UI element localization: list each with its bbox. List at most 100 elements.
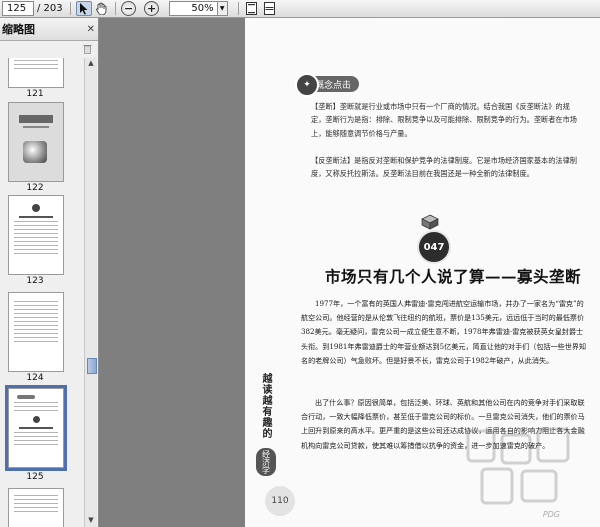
section-number: 047 — [423, 241, 445, 253]
number-dot — [32, 204, 40, 212]
text-line — [14, 436, 58, 437]
text-line — [14, 221, 58, 222]
fit-page-button[interactable] — [244, 1, 260, 16]
thumbnail-label: 124 — [26, 373, 44, 383]
page-number: 110 — [271, 496, 289, 506]
text-line — [14, 507, 58, 508]
text-line — [14, 249, 58, 250]
text-line — [14, 440, 58, 441]
text-line — [14, 406, 58, 407]
scrollbar-thumb[interactable] — [87, 358, 97, 374]
thumbnail-label: 122 — [26, 183, 44, 193]
zoom-out-glyph: − — [124, 2, 134, 15]
text-line — [14, 301, 58, 302]
zoom-in-icon: + — [144, 1, 160, 16]
page-total: / 203 — [37, 3, 63, 14]
chapter-title: 市场只有几个人说了算——寡头垄断 — [324, 267, 581, 286]
watermark-text: PDG — [542, 510, 560, 519]
thumbnail-page[interactable] — [8, 488, 64, 527]
thumbnail-label: 121 — [26, 89, 44, 99]
toolbar: 125 / 203 − + 50% ▼ — [0, 0, 600, 18]
book-series-badge: 经济学 — [256, 448, 276, 476]
zoom-out-button[interactable]: − — [121, 1, 137, 16]
panel-title: 缩略图 — [2, 23, 35, 36]
current-page-value: 125 — [7, 3, 27, 14]
text-line — [14, 444, 58, 445]
hand-tool-button[interactable] — [94, 1, 110, 16]
chevron-down-icon: ▼ — [219, 5, 225, 12]
cursor-icon — [79, 2, 88, 14]
page-number-input[interactable]: 125 — [2, 1, 34, 16]
book-series-label: 越读越有趣的 — [260, 373, 271, 439]
zoom-in-glyph: + — [147, 2, 157, 15]
hand-icon — [96, 2, 107, 15]
number-dot — [32, 416, 40, 423]
thumbnail-label: 123 — [26, 276, 44, 286]
thumbnails-panel: 缩略图 ✕ 121 122 123 124 125 ▲ ▼ — [0, 18, 99, 527]
text-line — [14, 432, 58, 433]
text-line — [14, 333, 58, 334]
thumbnail-page[interactable] — [8, 58, 64, 88]
trash-icon[interactable] — [83, 44, 92, 54]
zoom-dropdown-button[interactable]: ▼ — [217, 1, 228, 16]
cube-icon — [421, 214, 439, 230]
thumbnail-page-selected[interactable] — [5, 385, 67, 471]
zoom-level-field[interactable]: 50% — [168, 1, 218, 16]
text-line — [14, 499, 58, 500]
zoom-in-button[interactable]: + — [144, 1, 160, 16]
thumbnail-scrollbar[interactable]: ▲ ▼ — [84, 58, 97, 527]
panel-toolbar — [0, 41, 98, 57]
fit-page-icon — [246, 2, 258, 15]
text-line — [14, 253, 58, 254]
fit-width-button[interactable] — [262, 1, 278, 16]
thumbnail-page[interactable] — [8, 292, 64, 372]
section-number-badge: 047 — [417, 230, 451, 264]
text-line — [14, 64, 58, 65]
lightbulb-icon: ✦ — [295, 73, 319, 97]
toolbar-separator — [69, 2, 71, 15]
tag-shape — [17, 395, 35, 399]
select-tool-button[interactable] — [75, 1, 92, 16]
cube-illustration — [23, 141, 47, 163]
text-line — [14, 321, 58, 322]
text-line — [14, 503, 58, 504]
text-line — [19, 427, 53, 429]
text-line — [14, 309, 58, 310]
thumbnail-page[interactable] — [8, 102, 64, 182]
scroll-up-icon[interactable]: ▲ — [86, 59, 96, 69]
text-line — [14, 233, 58, 234]
text-line — [14, 313, 58, 314]
fit-width-icon — [264, 2, 276, 15]
page-number-badge: 110 — [265, 486, 295, 516]
text-line — [14, 317, 58, 318]
toolbar-separator — [114, 2, 116, 15]
text-line — [14, 325, 58, 326]
seal-stamp-watermark — [466, 427, 570, 505]
body-paragraph: 1977年，一个富有的英国人弗雷迪·雷克闯进航空运输市场，并办了一家名为“雷克”… — [301, 299, 587, 365]
text-line — [14, 305, 58, 306]
text-line — [14, 241, 58, 242]
thumbnail-page[interactable] — [8, 195, 64, 275]
document-page: 概念点击 ✦ 【垄断】垄断就是行业或市场中只有一个厂商的情况。结合我国《反垄断法… — [245, 18, 600, 527]
text-line — [14, 245, 58, 246]
text-line — [23, 126, 49, 128]
scroll-down-icon[interactable]: ▼ — [86, 516, 96, 526]
chapter-banner — [19, 115, 53, 123]
text-line — [14, 410, 58, 411]
panel-header: 缩略图 ✕ — [0, 18, 98, 41]
text-line — [14, 341, 58, 342]
close-icon[interactable]: ✕ — [87, 24, 95, 35]
text-line — [14, 237, 58, 238]
text-line — [14, 511, 58, 512]
text-line — [14, 60, 58, 61]
concept-paragraph: 【反垄断法】是指反对垄断和保护竞争的法律制度。它是市场经济国家基本的法律制度，又… — [311, 156, 577, 179]
concept-tag-label: 概念点击 — [314, 80, 351, 91]
text-line — [14, 229, 58, 230]
text-line — [14, 495, 58, 496]
thumbnail-list: 121 122 123 124 125 — [0, 58, 84, 527]
text-line — [14, 402, 58, 403]
text-line — [14, 329, 58, 330]
text-line — [14, 337, 58, 338]
text-line — [14, 68, 58, 69]
zoom-level-value: 50% — [191, 3, 214, 14]
